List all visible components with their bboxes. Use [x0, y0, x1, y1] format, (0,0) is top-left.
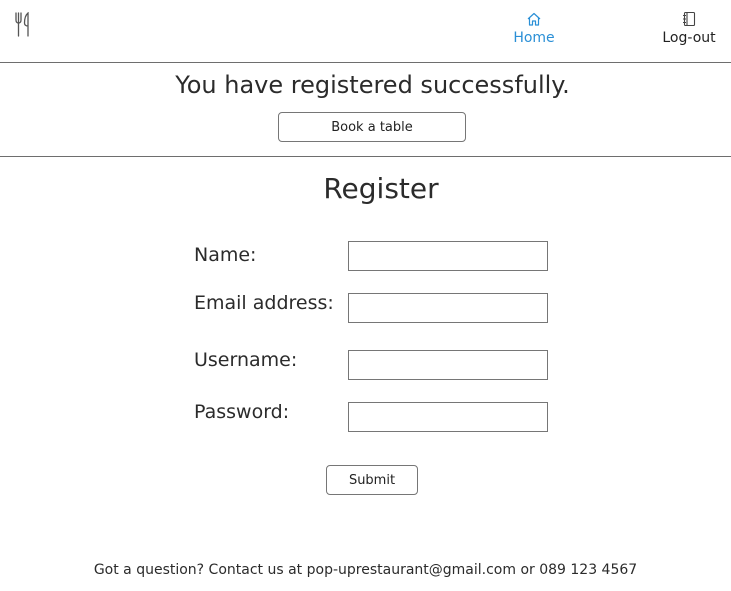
home-icon [527, 12, 541, 26]
journal-icon [683, 11, 696, 27]
nav-logout[interactable]: Log-out [655, 11, 723, 46]
nav-logout-label: Log-out [662, 30, 716, 46]
page: Home Log-out You have registered success… [0, 0, 731, 591]
footer-contact: Got a question? Contact us at pop-uprest… [93, 562, 638, 578]
book-table-button[interactable]: Book a table [278, 112, 466, 142]
username-label: Username: [194, 349, 298, 371]
success-banner: You have registered successfully. Book a… [0, 63, 731, 157]
email-input[interactable] [348, 293, 548, 323]
success-message: You have registered successfully. [175, 71, 570, 99]
username-input[interactable] [348, 350, 548, 380]
password-input[interactable] [348, 402, 548, 432]
password-label: Password: [194, 401, 290, 423]
submit-button[interactable]: Submit [326, 465, 418, 495]
email-label: Email address: [194, 292, 334, 314]
name-input[interactable] [348, 241, 548, 271]
name-label: Name: [194, 244, 257, 266]
form-title: Register [323, 172, 439, 205]
header: Home Log-out [0, 0, 731, 63]
nav-home[interactable]: Home [505, 11, 563, 46]
nav-home-label: Home [513, 30, 555, 46]
fork-knife-icon[interactable] [14, 12, 32, 38]
